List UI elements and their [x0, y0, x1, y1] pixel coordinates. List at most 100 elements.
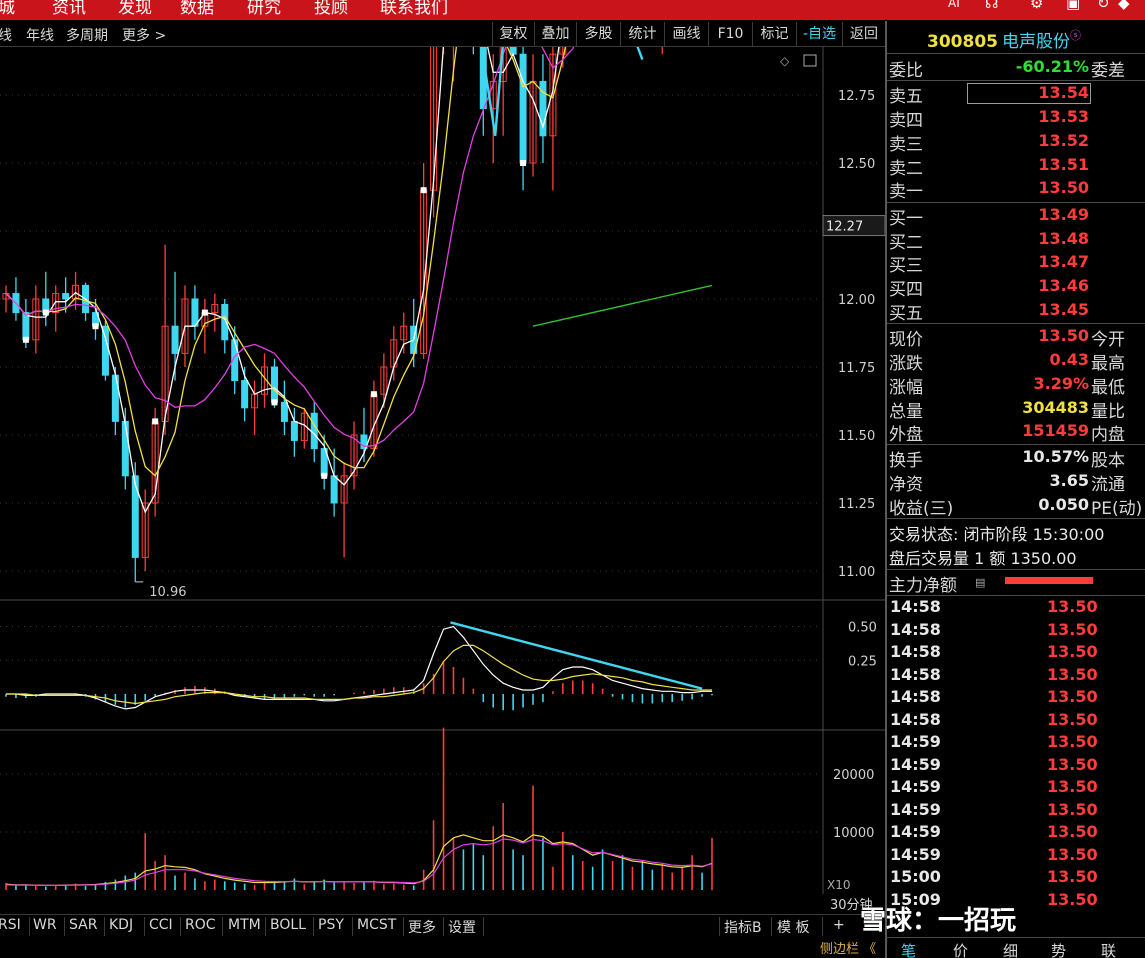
menu-item-discover[interactable]: 发现 — [118, 0, 152, 18]
signal-marker — [42, 309, 49, 316]
tab-link[interactable]: 联 — [1101, 940, 1116, 958]
tick-row: 14:58 13.50 — [887, 665, 1145, 688]
volume-panel: 20000 10000 X10 — [0, 727, 874, 892]
buy-row[interactable]: 买二 13.48 — [887, 228, 1145, 253]
candle-body — [519, 53, 527, 164]
menu-item-contact[interactable]: 联系我们 — [380, 0, 448, 18]
f10-button[interactable]: F10 — [708, 22, 752, 46]
signal-marker — [321, 472, 328, 479]
tick-time: 15:00 — [890, 867, 941, 886]
tick-row: 14:58 13.50 — [887, 620, 1145, 643]
tab-kdj[interactable]: KDJ — [109, 917, 133, 933]
more-periods-button[interactable]: 更多 > — [122, 25, 166, 45]
candle-series — [2, 47, 663, 582]
tab-more[interactable]: 更多 — [408, 917, 436, 937]
draw-line-button[interactable]: 画线 — [664, 22, 708, 46]
candle-body — [280, 401, 288, 422]
stat-row: 净资 3.65 流通 — [889, 471, 1125, 495]
menu-item-data[interactable]: 数据 — [180, 0, 214, 18]
tab-psy[interactable]: PSY — [318, 917, 344, 933]
volume-tick-label: 10000 — [833, 826, 874, 841]
chart-diamond-icon[interactable]: ◇ — [780, 54, 790, 68]
menu-item-research[interactable]: 研究 — [247, 0, 281, 18]
tab-rsi[interactable]: RSI — [0, 917, 21, 933]
after-hours-volume: 盘后交易量 1 额 1350.00 — [889, 549, 1077, 568]
menu-item-mall[interactable]: 城 — [0, 0, 15, 18]
tab-detail[interactable]: 细 — [1003, 940, 1018, 958]
settings-icon[interactable]: ⚙ — [1030, 0, 1043, 12]
sell-row[interactable]: 卖五 13.54 — [887, 82, 1145, 107]
statistics-button[interactable]: 统计 — [620, 22, 664, 46]
tab-boll[interactable]: BOLL — [270, 917, 306, 933]
watermark: 雪球：一招玩 — [860, 906, 1017, 936]
tick-time: 14:59 — [890, 822, 941, 841]
candle — [519, 47, 527, 191]
remove-watchlist-button[interactable]: -自选 — [796, 22, 842, 46]
sell-row[interactable]: 卖四 13.53 — [887, 106, 1145, 131]
sidebar-toggle[interactable]: 侧边栏 《 — [820, 938, 876, 957]
margin-icon: ⓢ — [1069, 29, 1081, 42]
tab-template[interactable]: 模 板 — [777, 917, 809, 937]
tab-roc[interactable]: ROC — [185, 917, 216, 933]
layout-icon[interactable]: ▣ — [1066, 0, 1080, 12]
tab-mtm[interactable]: MTM — [228, 917, 261, 933]
cube-icon[interactable]: ◆ — [1118, 0, 1130, 12]
selected-quote-box — [967, 83, 1091, 104]
tick-row: 15:00 13.50 — [887, 867, 1145, 890]
mark-button[interactable]: 标记 — [752, 22, 796, 46]
ai-icon[interactable]: AI — [948, 0, 960, 10]
candle — [221, 299, 229, 354]
kline-chart[interactable]: 14.6410.96 14.5014.2514.0013.7513.5013.2… — [0, 47, 885, 894]
signal-marker — [420, 187, 427, 194]
tick-price: 13.50 — [1047, 844, 1098, 864]
tab-mcst[interactable]: MCST — [357, 917, 396, 933]
candle — [380, 353, 388, 408]
overlay-button[interactable]: 叠加 — [534, 22, 576, 46]
candle — [280, 380, 288, 435]
price-tick-label: 11.75 — [838, 361, 875, 376]
candle-body — [290, 420, 298, 441]
adjust-button[interactable]: 复权 — [492, 22, 534, 46]
add-tab-button[interactable]: + — [833, 917, 845, 933]
stock-name[interactable]: 电声股份 — [1002, 32, 1070, 52]
tab-trend[interactable]: 势 — [1051, 940, 1066, 958]
list-icon[interactable]: ▤ — [975, 576, 985, 589]
multi-stock-button[interactable]: 多股 — [576, 22, 620, 46]
buy-row[interactable]: 买四 13.46 — [887, 275, 1145, 300]
period-week-line[interactable]: 线 — [0, 25, 12, 45]
sell-row[interactable]: 卖一 13.50 — [887, 177, 1145, 202]
menu-item-news[interactable]: 资讯 — [52, 0, 86, 18]
sell-row[interactable]: 卖三 13.52 — [887, 130, 1145, 155]
buy-row[interactable]: 买五 13.45 — [887, 299, 1145, 324]
candle — [300, 407, 308, 449]
back-button[interactable]: 返回 — [842, 22, 885, 46]
sell-row[interactable]: 卖二 13.51 — [887, 154, 1145, 179]
candle — [201, 299, 209, 354]
tick-row: 14:59 13.50 — [887, 845, 1145, 868]
menu-item-advisor[interactable]: 投顾 — [314, 0, 348, 18]
headset-icon[interactable]: ☊ — [985, 0, 998, 12]
chart-option-icon[interactable] — [803, 54, 817, 67]
tab-cci[interactable]: CCI — [149, 917, 173, 933]
stat-row: 换手 10.57% 股本 — [889, 447, 1125, 471]
buy-row[interactable]: 买三 13.47 — [887, 251, 1145, 276]
stock-header: 300805 电声股份ⓢ — [927, 27, 1081, 52]
tab-indicator-b[interactable]: 指标B — [724, 917, 762, 937]
tab-price[interactable]: 价 — [953, 940, 968, 958]
tab-trades[interactable]: 笔 — [901, 940, 916, 958]
candle-body — [62, 293, 70, 300]
tab-sar[interactable]: SAR — [69, 917, 97, 933]
stat-row: 涨幅 3.29% 最低 — [889, 374, 1125, 398]
period-year-line[interactable]: 年线 — [26, 25, 54, 45]
main-net-row[interactable]: 主力净额 ▤ — [887, 571, 1145, 596]
tick-price: 13.50 — [1047, 664, 1098, 684]
tab-wr[interactable]: WR — [33, 917, 57, 933]
tick-row: 14:59 13.50 — [887, 800, 1145, 823]
tab-settings[interactable]: 设置 — [448, 917, 476, 937]
tick-time: 14:58 — [890, 709, 941, 729]
refresh-icon[interactable]: ↻ — [1097, 0, 1110, 12]
tick-row: 14:58 13.50 — [887, 642, 1145, 665]
multi-period-button[interactable]: 多周期 — [66, 25, 108, 45]
buy-row[interactable]: 买一 13.49 — [887, 204, 1145, 229]
tick-price: 13.50 — [1047, 597, 1098, 616]
